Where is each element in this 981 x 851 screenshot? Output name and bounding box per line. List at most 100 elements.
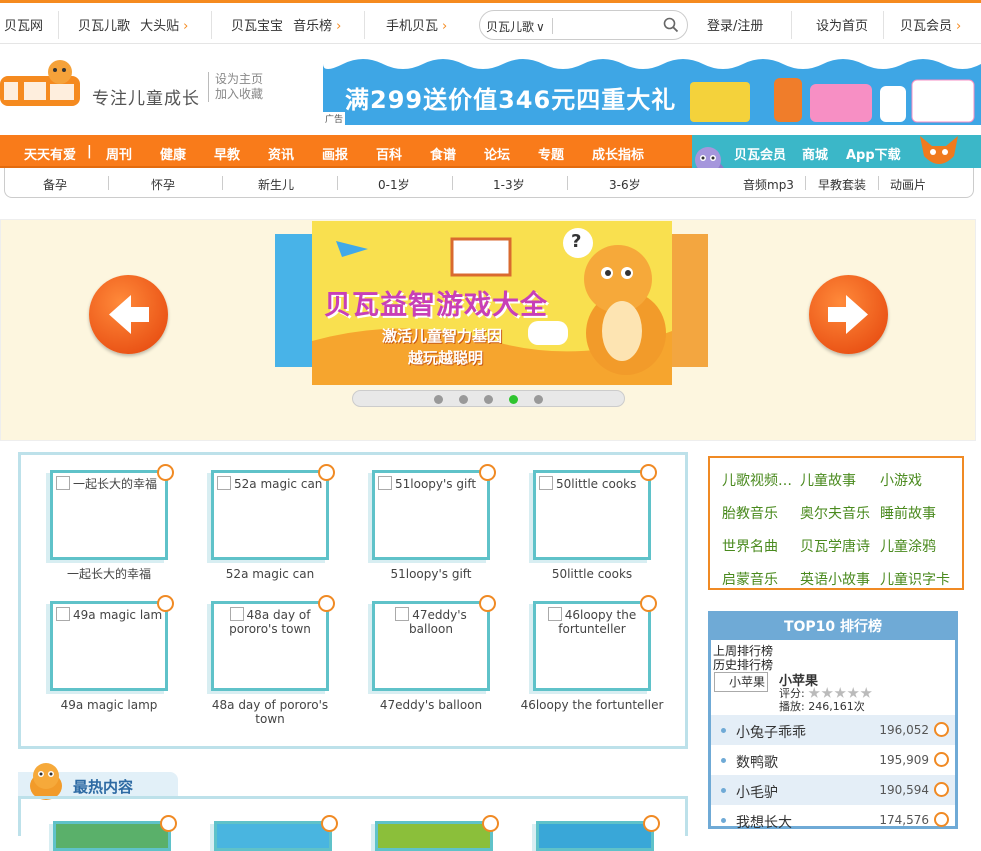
ranking-row[interactable]: 我想长大 174,576: [711, 805, 955, 835]
rhyme-link[interactable]: 贝瓦儿歌 大头贴 ›: [78, 15, 188, 34]
subnav-item[interactable]: 3-6岁: [609, 176, 641, 193]
video-caption[interactable]: 52a magic can: [190, 567, 350, 581]
video-thumbnail[interactable]: 51loopy's gift: [372, 464, 496, 560]
video-thumbnail[interactable]: 50little cooks: [533, 464, 657, 560]
video-thumbnail[interactable]: 48a day of pororo's town: [211, 595, 335, 691]
search-icon[interactable]: [663, 17, 679, 33]
carousel-active-slide[interactable]: ? 贝瓦益智游戏大全 激活儿童智力基因 越玩越聪明: [312, 221, 672, 385]
nav-item[interactable]: 食谱: [430, 144, 456, 163]
login-link[interactable]: 登录/注册: [707, 15, 763, 34]
keyword-link[interactable]: 胎教音乐: [722, 503, 778, 523]
nav-item[interactable]: 周刊: [106, 144, 132, 163]
video-thumbnail[interactable]: 一起长大的幸福: [50, 464, 174, 560]
video-caption[interactable]: 一起长大的幸福: [29, 567, 189, 581]
carousel-side-slide[interactable]: [275, 234, 315, 367]
video-thumbnail[interactable]: 49a magic lamp: [50, 595, 174, 691]
divider: [791, 11, 792, 39]
film-reel-icon: [160, 815, 177, 832]
home-link[interactable]: 贝瓦网: [4, 15, 43, 34]
film-reel-icon: [934, 722, 949, 737]
video-caption[interactable]: 46loopy the fortunteller: [512, 698, 672, 712]
nav-item[interactable]: 论坛: [484, 144, 510, 163]
ranking-row[interactable]: 小毛驴 190,594: [711, 775, 955, 805]
video-caption[interactable]: 48a day of pororo's town: [202, 698, 338, 726]
vip-link[interactable]: 贝瓦会员 ›: [900, 15, 961, 34]
keyword-link[interactable]: 奥尔夫音乐: [800, 503, 870, 523]
nav-item[interactable]: 画报: [322, 144, 348, 163]
vip-label: 贝瓦会员: [900, 19, 953, 34]
ranking-row[interactable]: 小兔子乖乖 196,052: [711, 715, 955, 745]
carousel-dot-active[interactable]: [509, 395, 518, 404]
hot-video-thumbnail[interactable]: [53, 815, 177, 851]
keyword-link[interactable]: 贝瓦学唐诗: [800, 536, 870, 556]
search-category-select[interactable]: 贝瓦儿歌 ∨: [486, 18, 545, 35]
mobile-link[interactable]: 手机贝瓦 ›: [386, 15, 447, 34]
subnav-item-mp3[interactable]: 音频mp3: [743, 176, 794, 193]
subnav-item[interactable]: 新生儿: [258, 176, 294, 193]
bullet-icon: [721, 788, 726, 793]
subnav-item[interactable]: 0-1岁: [378, 176, 410, 193]
promo-banner[interactable]: 满299送价值346元四重大礼 广告: [323, 54, 981, 125]
bookmark-link[interactable]: 加入收藏: [215, 87, 263, 102]
keyword-link[interactable]: 儿童涂鸦: [880, 536, 936, 556]
keyword-link[interactable]: 儿歌视频…: [722, 470, 792, 490]
thumbnail-alt-text: 一起长大的幸福: [56, 476, 162, 491]
video-thumbnail[interactable]: 47eddy's balloon: [372, 595, 496, 691]
bullet-icon: [721, 758, 726, 763]
keyword-link[interactable]: 英语小故事: [800, 569, 870, 589]
video-caption[interactable]: 49a magic lamp: [29, 698, 189, 712]
hot-video-thumbnail[interactable]: [375, 815, 499, 851]
keyword-link[interactable]: 儿童故事: [800, 470, 856, 490]
nav-item-vip[interactable]: 贝瓦会员: [734, 144, 786, 163]
carousel-prev-button[interactable]: [89, 275, 168, 354]
subnav-item[interactable]: 怀孕: [151, 176, 175, 193]
carousel-dot[interactable]: [459, 395, 468, 404]
film-reel-icon: [318, 464, 335, 481]
video-caption[interactable]: 50little cooks: [512, 567, 672, 581]
set-home-link[interactable]: 设为首页: [816, 15, 868, 34]
ranking-row[interactable]: 数鸭歌 195,909: [711, 745, 955, 775]
carousel-side-slide[interactable]: [670, 234, 708, 367]
keyword-link[interactable]: 启蒙音乐: [722, 569, 778, 589]
divider: [337, 176, 338, 190]
hot-video-thumbnail[interactable]: [536, 815, 660, 851]
search-input[interactable]: [556, 15, 656, 35]
keyword-link[interactable]: 世界名曲: [722, 536, 778, 556]
subnav-item[interactable]: 备孕: [43, 176, 67, 193]
chevron-right-icon: ›: [956, 19, 962, 34]
divider: [222, 176, 223, 190]
hot-video-thumbnail[interactable]: [214, 815, 338, 851]
nav-item[interactable]: 天天有爱: [24, 144, 76, 163]
history-ranking-tab[interactable]: 历史排行榜: [713, 656, 773, 673]
top10-panel: TOP10 排行榜 上周排行榜 历史排行榜 小苹果 小苹果 评分: 播放: 24…: [708, 611, 958, 831]
video-thumbnail[interactable]: 52a magic can: [211, 464, 335, 560]
keyword-link[interactable]: 小游戏: [880, 470, 922, 490]
divider: [552, 18, 553, 34]
nav-item[interactable]: 百科: [376, 144, 402, 163]
carousel-dot[interactable]: [534, 395, 543, 404]
nav-item-app[interactable]: App下载: [846, 144, 901, 163]
film-reel-icon: [157, 464, 174, 481]
subnav-item[interactable]: 1-3岁: [493, 176, 525, 193]
carousel-next-button[interactable]: [809, 275, 888, 354]
baby-link[interactable]: 贝瓦宝宝 音乐榜 ›: [231, 15, 341, 34]
bullet-icon: [721, 728, 726, 733]
beva-logo[interactable]: [0, 58, 86, 108]
video-caption[interactable]: 51loopy's gift: [351, 567, 511, 581]
nav-item[interactable]: 专题: [538, 144, 564, 163]
subnav-item-sets[interactable]: 早教套装: [818, 176, 866, 193]
nav-item[interactable]: 早教: [214, 144, 240, 163]
keyword-link[interactable]: 儿童识字卡: [880, 569, 950, 589]
top-song-thumbnail[interactable]: 小苹果: [714, 672, 768, 692]
nav-item[interactable]: 健康: [160, 144, 186, 163]
video-caption[interactable]: 47eddy's balloon: [351, 698, 511, 712]
nav-item[interactable]: 成长指标: [592, 144, 644, 163]
subnav-item-cartoons[interactable]: 动画片: [890, 176, 926, 193]
carousel-dot[interactable]: [434, 395, 443, 404]
video-thumbnail[interactable]: 46loopy the fortunteller: [533, 595, 657, 691]
keyword-link[interactable]: 睡前故事: [880, 503, 936, 523]
set-home-link[interactable]: 设为主页: [215, 72, 263, 87]
nav-item[interactable]: 资讯: [268, 144, 294, 163]
carousel-dot[interactable]: [484, 395, 493, 404]
nav-item-shop[interactable]: 商城: [802, 144, 828, 163]
